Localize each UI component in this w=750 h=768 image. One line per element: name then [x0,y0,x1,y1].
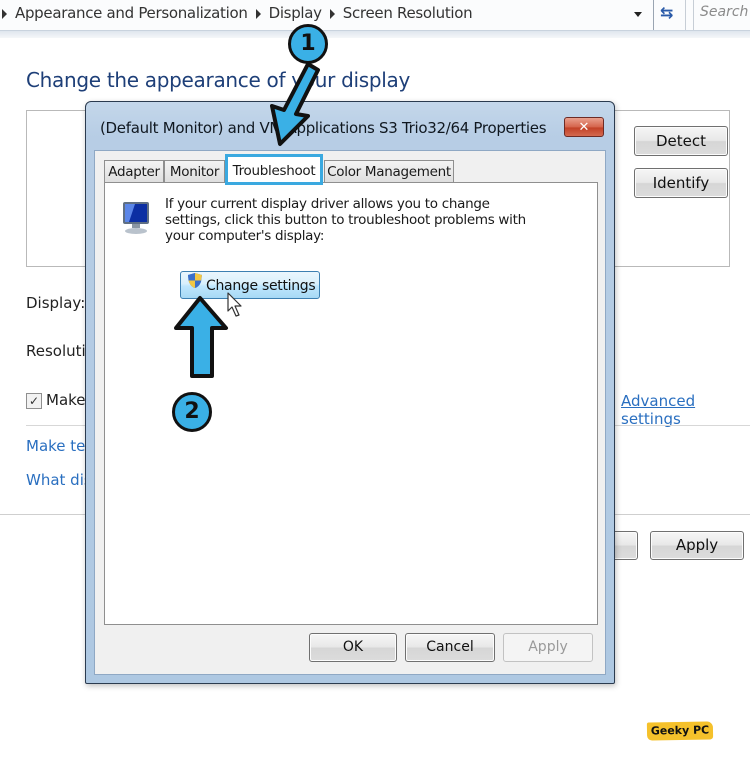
search-input[interactable]: Search [700,4,748,20]
tab-adapter[interactable]: Adapter [104,160,164,183]
step-1-arrow-icon [258,58,328,152]
divider [685,0,686,30]
dialog-body: Adapter Monitor Troubleshoot Color Manag… [94,150,606,675]
page-title: Change the appearance of your display [26,68,411,92]
breadcrumb-separator-icon [329,8,335,19]
troubleshoot-description: If your current display driver allows yo… [165,196,526,244]
breadcrumb-appearance[interactable]: Appearance and Personalization [15,4,248,22]
chevron-down-icon[interactable] [634,12,642,17]
cancel-button[interactable]: Cancel [405,633,495,662]
ok-button[interactable]: OK [309,633,397,662]
step-1-badge: 1 [288,24,328,64]
tab-color-management[interactable]: Color Management [324,160,454,183]
display-label: Display: [26,294,86,312]
apply-button[interactable]: Apply [503,633,593,662]
refresh-icon[interactable]: ⇆ [660,3,673,22]
advanced-settings-link[interactable]: Advanced settings [621,392,750,428]
step-2-badge: 2 [172,392,212,432]
toolbar-strip [0,31,750,38]
close-button[interactable]: ✕ [564,117,604,137]
detect-button[interactable]: Detect [634,126,728,156]
monitor-icon [121,200,155,240]
divider [693,0,694,30]
properties-dialog: (Default Monitor) and VM Applications S3… [85,101,615,684]
identify-button[interactable]: Identify [634,168,728,198]
step-2-arrow-icon [170,294,234,388]
background-apply-button[interactable]: Apply [650,531,744,560]
make-default-checkbox[interactable]: ✓ [26,393,42,409]
breadcrumb-display[interactable]: Display [269,4,323,22]
breadcrumb-screen-resolution[interactable]: Screen Resolution [343,4,473,22]
change-settings-label: Change settings [206,278,316,294]
breadcrumb-separator-icon [255,8,261,19]
address-bar: Appearance and Personalization Display Scr… [0,0,750,31]
tab-troubleshoot[interactable]: Troubleshoot [225,154,323,185]
mouse-cursor-icon [227,292,243,322]
breadcrumb-separator-icon [2,8,7,19]
watermark-logo: Geeky PC [646,721,714,741]
make-default-label: Make [46,391,86,409]
divider [653,0,654,30]
tab-monitor[interactable]: Monitor [164,160,225,183]
breadcrumb: Appearance and Personalization Display Scr… [0,4,473,22]
